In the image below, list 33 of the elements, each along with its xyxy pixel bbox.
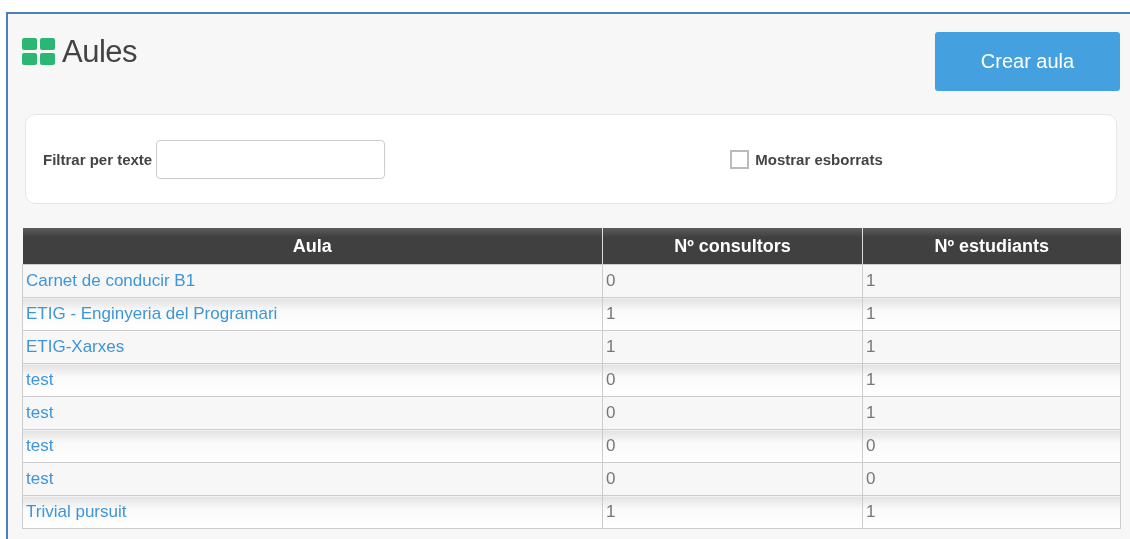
table-cell: 0 (862, 429, 1121, 463)
classroom-link[interactable]: Trivial pursuit (26, 502, 127, 521)
filter-field[interactable] (156, 139, 386, 179)
table-cell: 1 (862, 297, 1121, 331)
column-header[interactable]: Nº estudiants (862, 228, 1121, 265)
table-cell: 1 (602, 297, 863, 331)
column-header[interactable]: Nº consultors (602, 228, 863, 265)
table-cell: 0 (602, 396, 863, 430)
checkbox-label: Mostrar esborrats (755, 150, 883, 168)
table-cell: 0 (602, 264, 863, 298)
table-cell: 1 (862, 264, 1121, 298)
table-cell: 1 (602, 495, 863, 529)
classroom-link[interactable]: test (26, 469, 54, 488)
table-cell: 0 (602, 429, 863, 463)
classroom-link[interactable]: test (26, 403, 54, 422)
checkbox[interactable] (730, 149, 750, 169)
grid-icon (22, 38, 56, 66)
classroom-link[interactable]: test (26, 436, 54, 455)
filter-label: Filtrar per texte (43, 150, 153, 168)
table-cell: 1 (862, 495, 1121, 529)
table-cell: 1 (862, 396, 1121, 430)
table-cell: 0 (602, 462, 863, 496)
classroom-link[interactable]: ETIG-Xarxes (26, 337, 125, 356)
table-cell: 1 (862, 330, 1121, 364)
table-cell: 0 (862, 462, 1121, 496)
table-cell: 0 (602, 363, 863, 397)
classroom-link[interactable]: test (26, 370, 54, 389)
column-header[interactable]: Aula (22, 228, 603, 265)
classroom-link[interactable]: Carnet de conducir B1 (26, 271, 196, 290)
table-cell: 1 (862, 363, 1121, 397)
create-button[interactable]: Crear aula (935, 32, 1120, 91)
page-title: Aules (62, 34, 138, 70)
table-cell: 1 (602, 330, 863, 364)
